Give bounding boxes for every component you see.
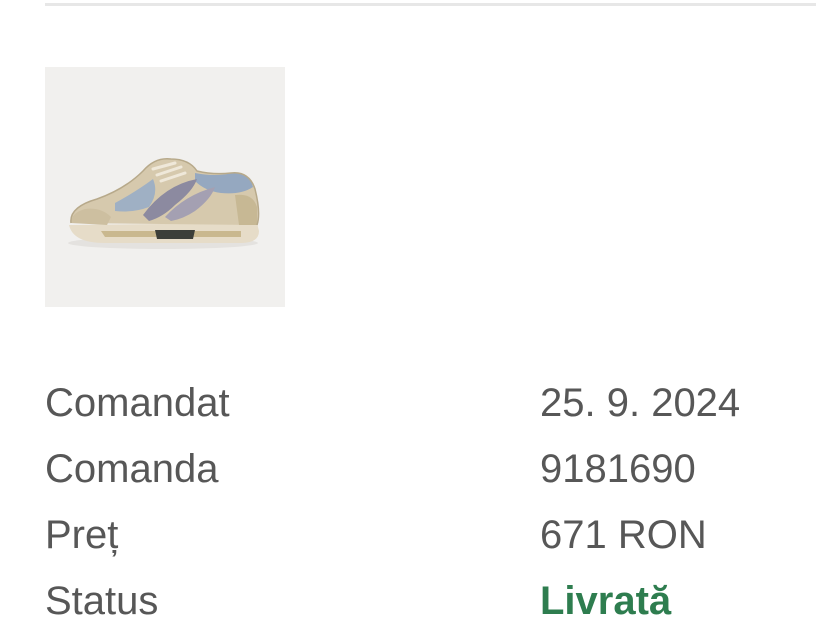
product-image[interactable] — [45, 67, 285, 307]
order-date-row: Comandat 25. 9. 2024 — [45, 374, 805, 440]
order-price-label: Preț — [45, 513, 119, 557]
order-number-row: Comanda 9181690 — [45, 440, 805, 506]
order-status-label: Status — [45, 579, 159, 623]
order-price-row: Preț 671 RON — [45, 506, 805, 572]
order-date-label: Comandat — [45, 381, 230, 425]
order-status-value: Livrată — [540, 579, 672, 623]
top-divider — [45, 3, 816, 6]
order-date-value: 25. 9. 2024 — [540, 381, 741, 425]
order-status-row: Status Livrată — [45, 572, 805, 638]
order-number-label: Comanda — [45, 447, 219, 491]
order-number-value: 9181690 — [540, 447, 696, 491]
sneaker-icon — [45, 67, 285, 307]
order-details: Comandat 25. 9. 2024 Comanda 9181690 Pre… — [45, 374, 805, 638]
order-price-value: 671 RON — [540, 513, 707, 557]
